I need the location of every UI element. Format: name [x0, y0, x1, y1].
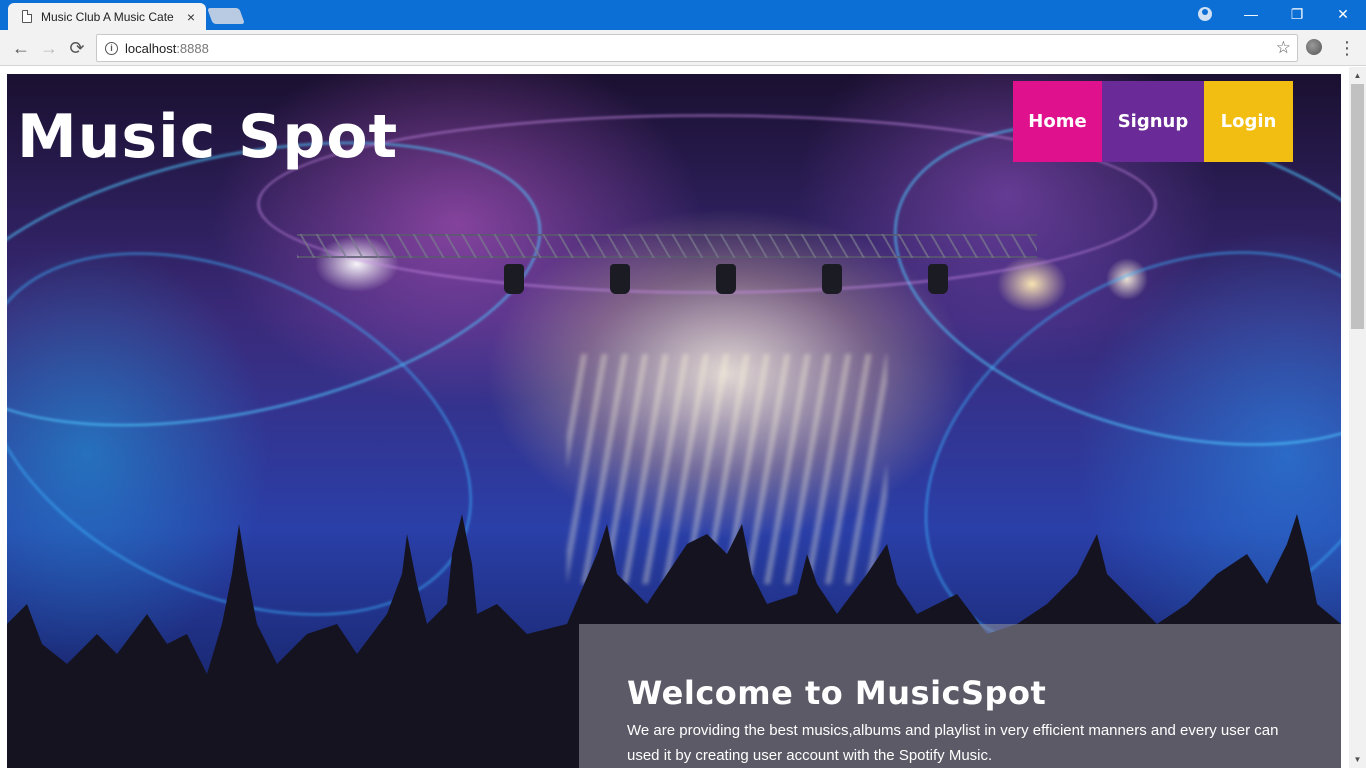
back-button[interactable]: ← — [9, 36, 33, 60]
tab-close-icon[interactable]: × — [184, 9, 198, 25]
nav-home-link[interactable]: Home — [1013, 81, 1102, 162]
welcome-panel: Welcome to MusicSpot We are providing th… — [579, 624, 1341, 768]
scrollbar-thumb[interactable] — [1351, 84, 1364, 329]
address-bar[interactable]: i localhost:8888 ☆ — [96, 34, 1298, 62]
page-viewport: Music Spot Home Signup Login Welcome to … — [0, 67, 1349, 768]
restore-button[interactable]: ❐ — [1274, 0, 1320, 30]
url-host: localhost — [125, 40, 177, 56]
site-nav: Home Signup Login — [1013, 81, 1293, 162]
hero-background: Music Spot Home Signup Login Welcome to … — [7, 74, 1341, 768]
new-tab-button[interactable] — [207, 8, 245, 24]
site-logo[interactable]: Music Spot — [17, 102, 398, 172]
scroll-down-arrow-icon[interactable]: ▼ — [1349, 751, 1366, 768]
browser-menu-icon[interactable]: ⋮ — [1338, 36, 1356, 60]
forward-button[interactable]: → — [37, 36, 61, 60]
tab-title: Music Club A Music Cate — [41, 9, 174, 24]
extension-icon[interactable] — [1306, 39, 1322, 55]
spotlight — [610, 264, 630, 294]
browser-toolbar: ← → ⟳ i localhost:8888 ☆ ⋮ — [0, 30, 1366, 66]
spotlight — [504, 264, 524, 294]
page-icon — [22, 10, 32, 23]
minimize-button[interactable]: — — [1228, 0, 1274, 30]
browser-titlebar: Music Club A Music Cate × — ❐ ✕ — [0, 0, 1366, 30]
scroll-up-arrow-icon[interactable]: ▲ — [1349, 67, 1366, 84]
page-scrollbar[interactable]: ▲ ▼ — [1349, 67, 1366, 768]
close-window-button[interactable]: ✕ — [1320, 0, 1366, 30]
site-info-icon[interactable]: i — [105, 41, 118, 55]
browser-tab[interactable]: Music Club A Music Cate × — [8, 3, 206, 30]
nav-login-link[interactable]: Login — [1204, 81, 1293, 162]
spotlight — [822, 264, 842, 294]
stage-truss — [297, 234, 1037, 258]
reload-button[interactable]: ⟳ — [65, 36, 89, 60]
welcome-text: We are providing the best musics,albums … — [627, 722, 1279, 764]
spotlight — [716, 264, 736, 294]
welcome-title: Welcome to MusicSpot — [627, 674, 1047, 712]
profile-icon[interactable] — [1198, 7, 1212, 21]
nav-signup-link[interactable]: Signup — [1102, 81, 1204, 162]
spotlight — [928, 264, 948, 294]
url-port: :8888 — [176, 40, 209, 56]
bookmark-star-icon[interactable]: ☆ — [1276, 38, 1291, 58]
